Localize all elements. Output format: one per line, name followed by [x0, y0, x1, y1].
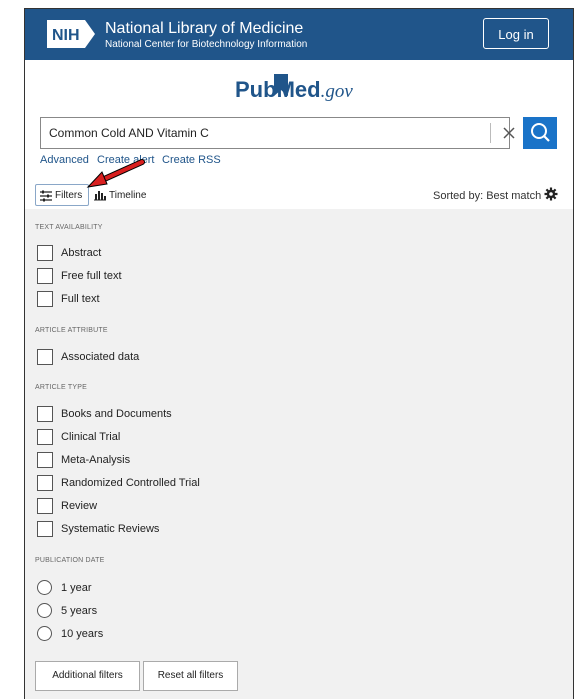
filter-label: Associated data — [61, 351, 140, 363]
search-icon — [531, 123, 550, 142]
logo-gov: .gov — [320, 81, 353, 102]
checkbox[interactable] — [37, 268, 53, 284]
section-article-attribute: ARTICLE ATTRIBUTE — [35, 327, 108, 334]
nlm-subtitle: National Center for Biotechnology Inform… — [105, 39, 308, 50]
section-publication-date: PUBLICATION DATE — [35, 557, 105, 564]
sliders-icon — [40, 190, 52, 202]
search-button[interactable] — [523, 117, 557, 149]
filters-button[interactable]: Filters — [35, 184, 89, 206]
nih-logo-text: NIH — [52, 27, 80, 44]
pubmed-logo[interactable]: Pub Med.gov — [235, 74, 353, 103]
ncbi-header: NIH National Library of Medicine Nationa… — [25, 9, 573, 60]
checkbox[interactable] — [37, 452, 53, 468]
filters-panel: TEXT AVAILABILITY Abstract Free full tex… — [25, 209, 573, 699]
results-toolbar: Filters Timeline Sorted by: Best match — [25, 184, 573, 210]
reset-all-filters-button[interactable]: Reset all filters — [143, 661, 238, 691]
checkbox[interactable] — [37, 245, 53, 261]
gear-icon[interactable] — [544, 187, 558, 201]
filter-label: Full text — [61, 293, 100, 305]
filter-label: 1 year — [61, 582, 92, 594]
radio[interactable] — [37, 603, 52, 618]
nlm-title: National Library of Medicine — [105, 20, 304, 37]
clear-icon[interactable] — [497, 121, 521, 145]
login-button[interactable]: Log in — [483, 18, 549, 49]
checkbox[interactable] — [37, 349, 53, 365]
sort-label[interactable]: Sorted by: Best match — [433, 190, 541, 202]
checkbox[interactable] — [37, 475, 53, 491]
search-input-value: Common Cold AND Vitamin C — [49, 126, 209, 140]
logo-med: Med — [273, 74, 321, 103]
nih-logo-icon[interactable]: NIH — [47, 20, 96, 48]
radio[interactable] — [37, 580, 52, 595]
filter-label: Clinical Trial — [61, 431, 121, 443]
filter-label: Meta-Analysis — [61, 454, 131, 466]
filters-label: Filters — [55, 190, 83, 201]
checkbox[interactable] — [37, 291, 53, 307]
filter-label: Review — [61, 500, 98, 512]
checkbox[interactable] — [37, 498, 53, 514]
bar-chart-icon — [94, 191, 106, 201]
section-article-type: ARTICLE TYPE — [35, 384, 87, 391]
additional-filters-button[interactable]: Additional filters — [35, 661, 140, 691]
logo-pub: Pub — [235, 77, 277, 102]
filter-label: Books and Documents — [61, 408, 172, 420]
filter-label: 10 years — [61, 628, 104, 640]
filter-label: Free full text — [61, 270, 122, 282]
create-alert-link[interactable]: Create alert — [97, 154, 154, 166]
advanced-link[interactable]: Advanced — [40, 154, 89, 166]
filter-label: Abstract — [61, 247, 102, 259]
section-text-availability: TEXT AVAILABILITY — [35, 224, 103, 231]
checkbox[interactable] — [37, 406, 53, 422]
search-input[interactable]: Common Cold AND Vitamin C — [40, 117, 510, 149]
radio[interactable] — [37, 626, 52, 641]
search-divider — [490, 123, 491, 143]
filter-label: Systematic Reviews — [61, 523, 160, 535]
browser-frame: NIH National Library of Medicine Nationa… — [24, 8, 574, 699]
checkbox[interactable] — [37, 521, 53, 537]
timeline-label: Timeline — [109, 190, 147, 201]
create-rss-link[interactable]: Create RSS — [162, 154, 221, 166]
checkbox[interactable] — [37, 429, 53, 445]
filter-label: 5 years — [61, 605, 98, 617]
filter-label: Randomized Controlled Trial — [61, 477, 200, 489]
